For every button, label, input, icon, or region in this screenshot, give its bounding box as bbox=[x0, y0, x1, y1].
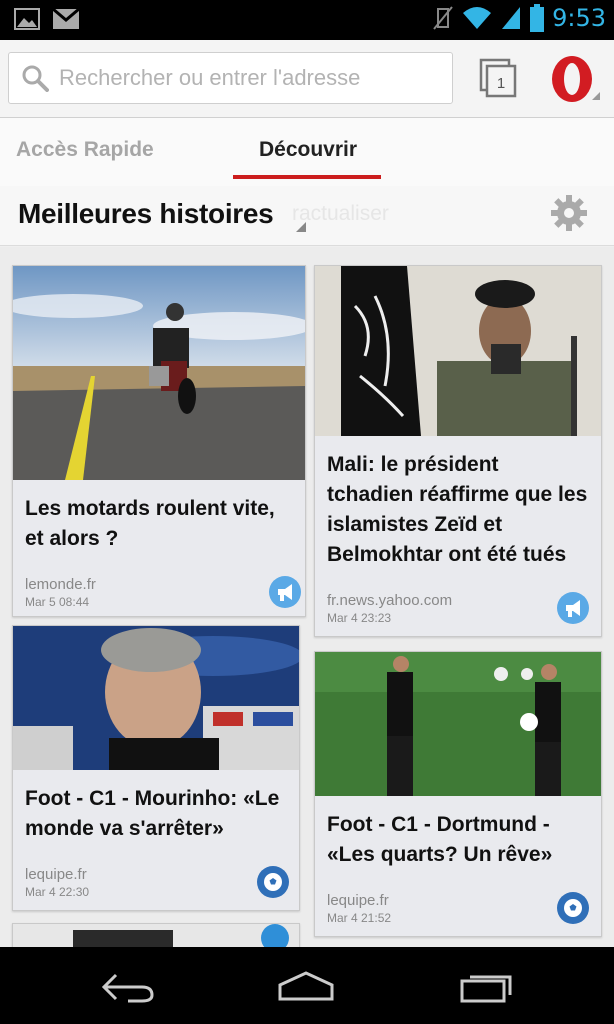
card-title: Foot - C1 - Mourinho: «Le monde va s'arr… bbox=[25, 787, 280, 840]
search-icon bbox=[22, 65, 49, 92]
news-card[interactable]: Foot - C1 - Mourinho: «Le monde va s'arr… bbox=[12, 625, 300, 911]
tabs-icon: 1 bbox=[479, 58, 517, 98]
recent-apps-icon[interactable] bbox=[458, 967, 518, 1005]
card-source: lequipe.fr bbox=[327, 892, 389, 909]
gallery-notification-icon bbox=[14, 8, 40, 30]
soccer-ball-icon bbox=[257, 866, 289, 898]
speed-dial-tabs: Accès Rapide Découvrir bbox=[0, 118, 614, 186]
card-date: Mar 4 22:30 bbox=[25, 885, 90, 899]
card-source: lemonde.fr bbox=[25, 576, 96, 593]
battery-icon bbox=[530, 4, 545, 32]
tab-count: 1 bbox=[497, 75, 505, 92]
wifi-icon bbox=[463, 7, 492, 29]
news-card[interactable]: Foot - C1 - Dortmund - «Les quarts? Un r… bbox=[314, 651, 602, 937]
opera-menu-button[interactable] bbox=[546, 52, 602, 108]
card-date: Mar 5 08:44 bbox=[25, 595, 90, 609]
news-photo bbox=[315, 266, 601, 436]
motorcycle-photo bbox=[13, 266, 305, 480]
card-date: Mar 4 21:52 bbox=[327, 911, 392, 925]
section-header: ractualiser Meilleures histoires bbox=[0, 186, 614, 246]
gmail-notification-icon bbox=[52, 8, 80, 29]
dropdown-caret-icon bbox=[296, 222, 306, 232]
section-title-dropdown[interactable]: Meilleures histoires bbox=[18, 198, 274, 230]
signal-icon bbox=[502, 7, 521, 29]
mourinho-photo bbox=[13, 626, 299, 770]
tab-decouvrir[interactable]: Découvrir bbox=[259, 138, 357, 162]
tabs-button[interactable]: 1 bbox=[478, 58, 518, 98]
settings-button[interactable] bbox=[549, 193, 589, 233]
active-tab-indicator bbox=[233, 175, 381, 179]
opera-logo-icon bbox=[552, 56, 600, 102]
clock: 9:53 bbox=[552, 4, 606, 32]
card-title: Les motards roulent vite, et alors ? bbox=[25, 497, 275, 550]
system-navigation-bar bbox=[0, 947, 614, 1024]
megaphone-icon bbox=[557, 592, 589, 624]
soccer-ball-icon bbox=[557, 892, 589, 924]
card-source: lequipe.fr bbox=[25, 866, 87, 883]
vibrate-mute-icon bbox=[433, 6, 453, 30]
gear-icon bbox=[551, 195, 587, 231]
status-bar: 9:53 bbox=[0, 0, 614, 40]
card-title: Foot - C1 - Dortmund - «Les quarts? Un r… bbox=[327, 813, 553, 866]
back-icon[interactable] bbox=[98, 967, 158, 1007]
card-title: Mali: le président tchadien réaffirme qu… bbox=[327, 453, 588, 566]
news-feed: Les motards roulent vite, et alors ? lem… bbox=[0, 247, 614, 947]
dortmund-photo bbox=[315, 652, 601, 796]
url-bar: Rechercher ou entrer l'adresse 1 bbox=[0, 40, 614, 118]
card-source: fr.news.yahoo.com bbox=[327, 592, 453, 609]
news-photo bbox=[13, 924, 299, 947]
news-card[interactable]: Les motards roulent vite, et alors ? lem… bbox=[12, 265, 306, 617]
refresh-hint: ractualiser bbox=[292, 202, 389, 225]
search-input[interactable]: Rechercher ou entrer l'adresse bbox=[8, 52, 453, 104]
search-placeholder: Rechercher ou entrer l'adresse bbox=[59, 65, 361, 90]
news-card[interactable] bbox=[12, 923, 300, 947]
card-date: Mar 4 23:23 bbox=[327, 611, 392, 625]
news-card[interactable]: Mali: le président tchadien réaffirme qu… bbox=[314, 265, 602, 637]
tab-acces-rapide[interactable]: Accès Rapide bbox=[16, 138, 154, 162]
home-icon[interactable] bbox=[276, 969, 336, 1003]
megaphone-icon bbox=[269, 576, 301, 608]
